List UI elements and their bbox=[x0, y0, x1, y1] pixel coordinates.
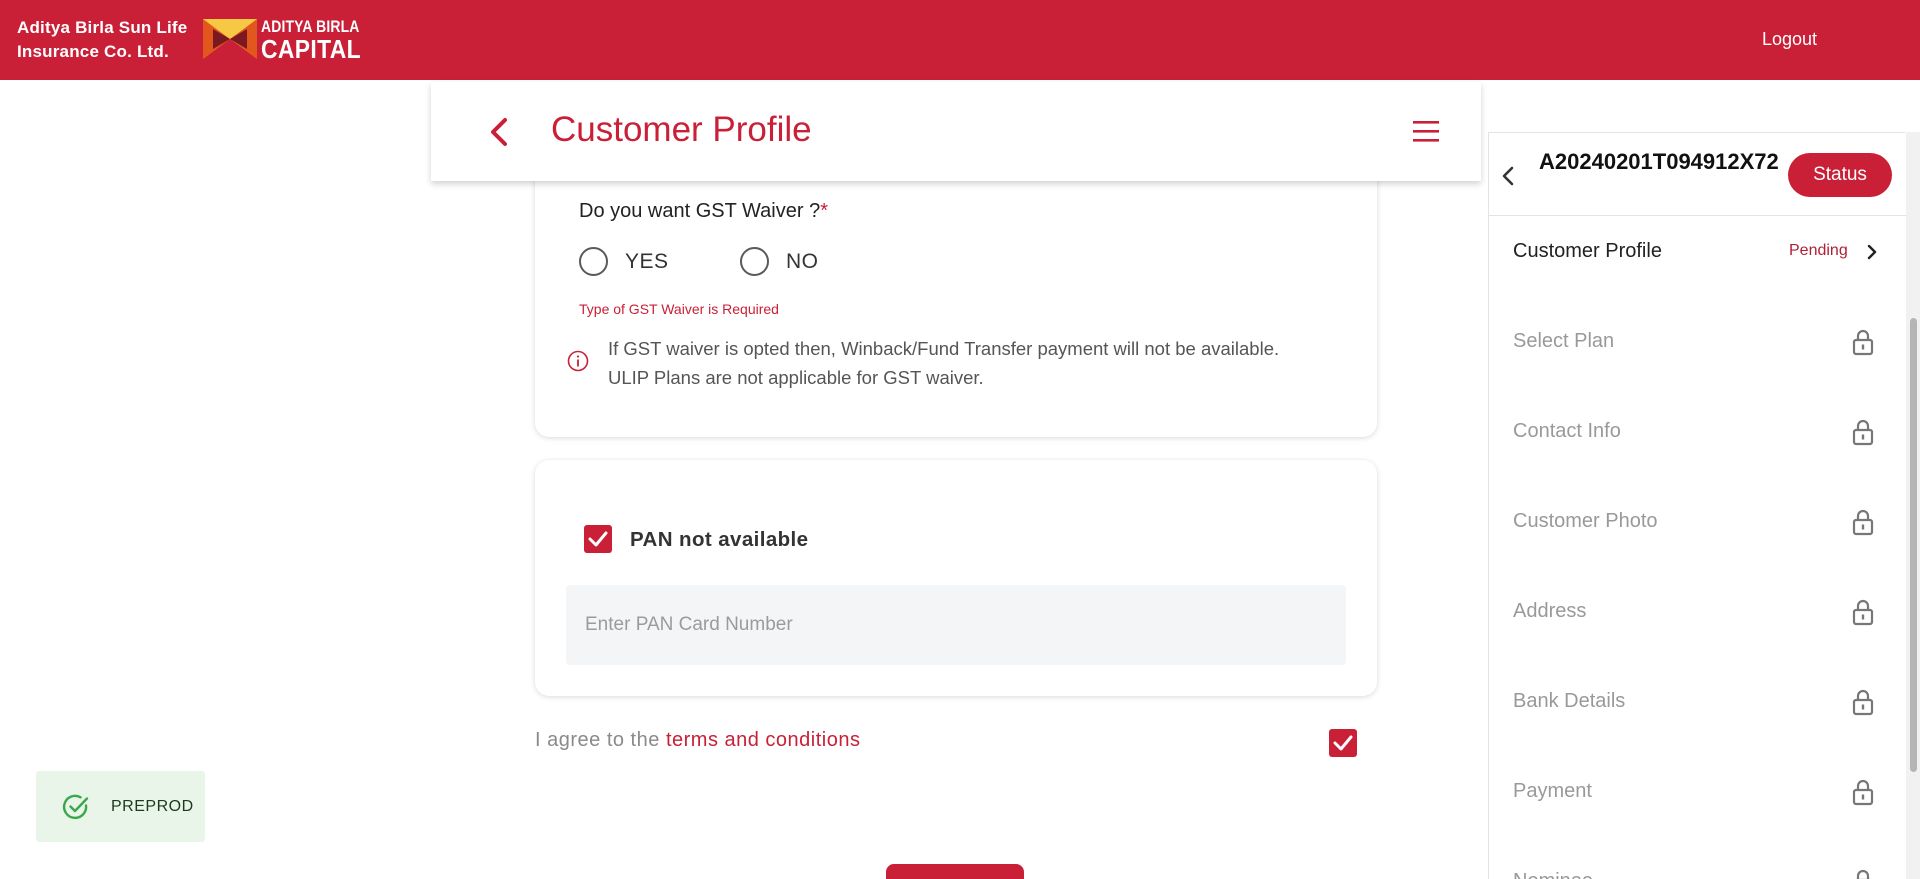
environment-toast: PREPROD bbox=[36, 771, 205, 842]
radio-circle-icon[interactable] bbox=[740, 247, 769, 276]
info-icon bbox=[567, 350, 589, 372]
terms-link[interactable]: terms and conditions bbox=[666, 729, 861, 751]
pan-number-input[interactable] bbox=[566, 585, 1346, 665]
step-label: Customer Photo bbox=[1513, 510, 1658, 532]
lock-icon bbox=[1852, 599, 1874, 626]
gst-yes-label: YES bbox=[625, 249, 669, 273]
required-mark: * bbox=[820, 200, 828, 222]
step-label: Nominee bbox=[1513, 870, 1593, 879]
sidebar-step-select-plan[interactable]: Select Plan bbox=[1489, 312, 1894, 372]
step-label: Contact Info bbox=[1513, 420, 1621, 442]
step-label: Bank Details bbox=[1513, 690, 1626, 712]
sidebar-step-customer-profile[interactable]: Customer Profile Pending bbox=[1489, 222, 1894, 282]
brand-name: Aditya Birla Sun Life Insurance Co. Ltd. bbox=[17, 16, 187, 64]
lock-icon bbox=[1852, 509, 1874, 536]
sidebar-step-payment[interactable]: Payment bbox=[1489, 762, 1894, 822]
step-status-badge: Pending bbox=[1789, 242, 1848, 259]
gst-no-label: NO bbox=[786, 249, 819, 273]
step-label: Select Plan bbox=[1513, 330, 1615, 352]
page-title: Customer Profile bbox=[551, 110, 812, 149]
lock-icon bbox=[1852, 329, 1874, 356]
sidebar-step-bank-details[interactable]: Bank Details bbox=[1489, 672, 1894, 732]
submit-button[interactable] bbox=[886, 864, 1024, 879]
brand-line-2: Insurance Co. Ltd. bbox=[17, 42, 169, 61]
lock-icon bbox=[1852, 689, 1874, 716]
step-label: Payment bbox=[1513, 780, 1592, 802]
gst-question-text: Do you want GST Waiver ? bbox=[579, 200, 821, 222]
gst-waiver-card: Do you want GST Waiver ?* YES NO Type of… bbox=[535, 150, 1377, 437]
brand-line-1: Aditya Birla Sun Life bbox=[17, 18, 188, 37]
sidebar-back-chevron-icon[interactable] bbox=[1499, 165, 1517, 187]
aditya-birla-logo-icon bbox=[203, 19, 257, 59]
step-label: Customer Profile bbox=[1513, 240, 1662, 262]
sidebar-divider bbox=[1489, 215, 1906, 216]
top-header: Aditya Birla Sun Life Insurance Co. Ltd.… bbox=[0, 0, 1920, 80]
gst-no-radio[interactable]: NO bbox=[740, 247, 819, 276]
sidebar-step-nominee[interactable]: Nominee bbox=[1489, 852, 1894, 879]
step-label: Address bbox=[1513, 600, 1587, 622]
progress-sidebar: A20240201T094912X72 Status Customer Prof… bbox=[1488, 132, 1906, 879]
pan-not-available-label: PAN not available bbox=[630, 528, 809, 551]
gst-info-line-1: If GST waiver is opted then, Winback/Fun… bbox=[608, 338, 1280, 359]
sidebar-step-address[interactable]: Address bbox=[1489, 582, 1894, 642]
checkmark-icon bbox=[1333, 735, 1353, 751]
pan-card: PAN not available bbox=[535, 460, 1377, 696]
logout-link[interactable]: Logout bbox=[1762, 29, 1817, 50]
sidebar-scrollbar-thumb[interactable] bbox=[1910, 318, 1917, 772]
pan-not-available-checkbox[interactable] bbox=[584, 525, 612, 553]
chevron-right-icon bbox=[1867, 244, 1877, 260]
checkmark-icon bbox=[588, 531, 608, 547]
gst-yes-radio[interactable]: YES bbox=[579, 247, 669, 276]
logo-line-2: CAPITAL bbox=[261, 34, 361, 64]
logo-wordmark: ADITYA BIRLA CAPITAL bbox=[261, 18, 381, 62]
lock-icon bbox=[1852, 779, 1874, 806]
terms-prefix: I agree to the bbox=[535, 729, 660, 751]
logo-line-1: ADITYA BIRLA bbox=[261, 17, 360, 36]
hamburger-menu-icon[interactable] bbox=[1412, 119, 1440, 143]
sidebar-step-customer-photo[interactable]: Customer Photo bbox=[1489, 492, 1894, 552]
lock-icon bbox=[1855, 869, 1871, 879]
page-header: Customer Profile bbox=[431, 82, 1481, 181]
gst-error-message: Type of GST Waiver is Required bbox=[579, 301, 779, 317]
terms-checkbox[interactable] bbox=[1329, 729, 1357, 757]
radio-circle-icon[interactable] bbox=[579, 247, 608, 276]
check-circle-icon bbox=[62, 794, 89, 820]
terms-text: I agree to the terms and conditions bbox=[535, 729, 860, 752]
sidebar-step-contact-info[interactable]: Contact Info bbox=[1489, 402, 1894, 462]
application-id: A20240201T094912X72 bbox=[1539, 149, 1779, 174]
toast-text: PREPROD bbox=[111, 798, 194, 815]
status-button[interactable]: Status bbox=[1788, 153, 1892, 197]
gst-info-text: If GST waiver is opted then, Winback/Fun… bbox=[608, 334, 1348, 392]
back-chevron-icon[interactable] bbox=[485, 115, 513, 149]
gst-question-label: Do you want GST Waiver ?* bbox=[579, 200, 828, 223]
gst-info-line-2: ULIP Plans are not applicable for GST wa… bbox=[608, 367, 984, 388]
lock-icon bbox=[1852, 419, 1874, 446]
